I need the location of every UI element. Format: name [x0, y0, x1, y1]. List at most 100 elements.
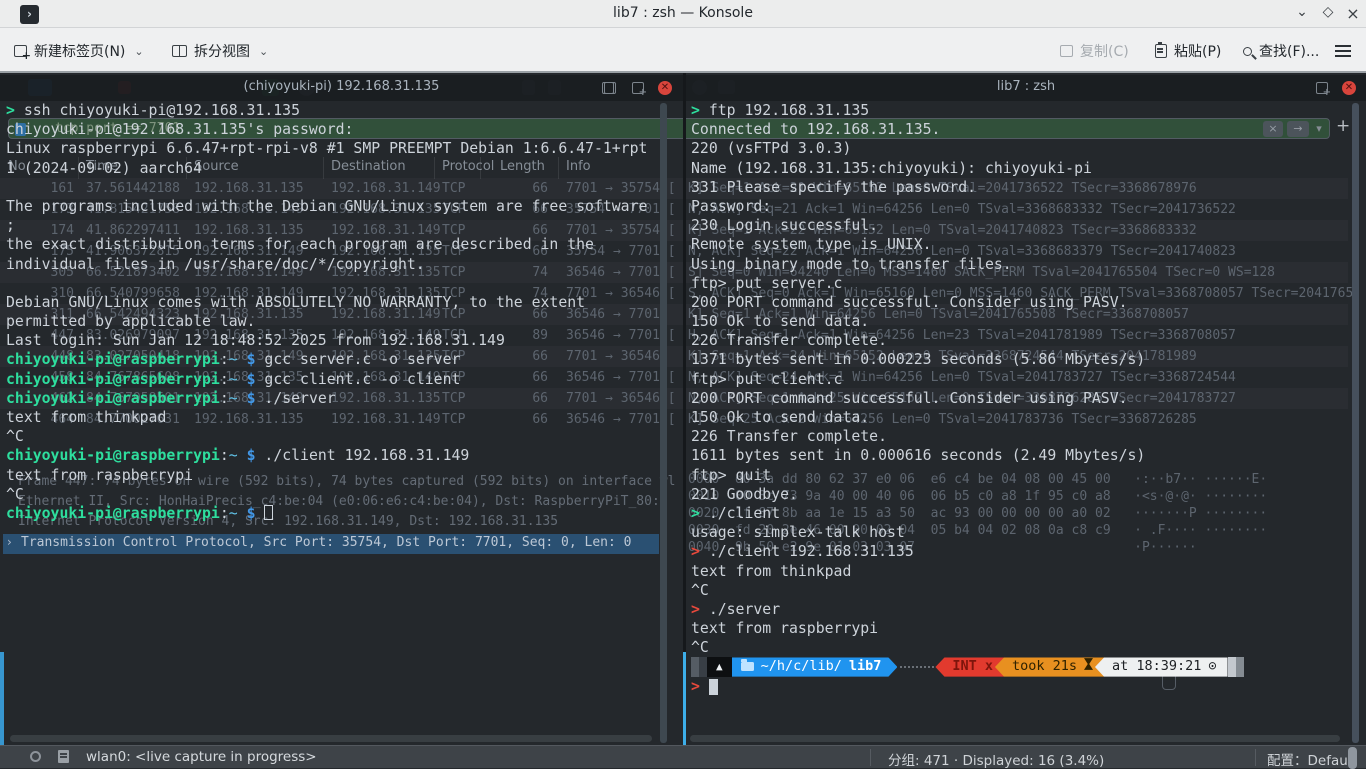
text-segment: >	[691, 505, 700, 522]
text-segment	[238, 371, 247, 388]
close-pane-button[interactable]: ✕	[1342, 81, 1356, 95]
terminal-line: text from raspberrypi	[691, 619, 1346, 638]
text-segment: :	[220, 447, 229, 464]
terminal-line: > ftp 192.168.31.135	[691, 101, 1346, 120]
powerline-dir-segment: ~/h/c/lib/lib7	[732, 657, 898, 676]
left-pane-title: (chiyoyuki-pi) 192.168.31.135	[0, 79, 683, 94]
capture-status-text: wlan0: <live capture in progress>	[86, 749, 317, 765]
selected-detail-text: Transmission Control Protocol, Src Port:…	[21, 535, 631, 550]
text-segment: >	[691, 678, 700, 695]
wireshark-hscrollbar[interactable]	[10, 735, 652, 742]
text-segment: ftp> quit	[691, 467, 771, 484]
error-x-icon: x	[985, 657, 993, 676]
paste-button[interactable]: 粘贴(P)	[1155, 39, 1221, 63]
statusbar-separator	[1255, 749, 1256, 766]
detach-tab-icon[interactable]	[632, 82, 644, 94]
text-segment: 150 Ok to send data.	[691, 409, 869, 426]
terminal-line: text from thinkpad	[691, 562, 1346, 581]
text-segment: 220 (vsFTPd 3.0.3)	[691, 140, 851, 157]
find-label: 查找(F)...	[1259, 41, 1319, 61]
text-segment: the exact distribution terms for each pr…	[6, 236, 594, 253]
text-segment: ./server	[256, 390, 336, 407]
terminal-line: chiyoyuki-pi@192.168.31.135's password:	[6, 120, 660, 139]
powerline-filler	[900, 666, 934, 668]
window-title: lib7 : zsh — Konsole	[0, 5, 1366, 21]
terminal-line: Linux raspberrypi 6.6.47+rpt-rpi-v8 #1 S…	[6, 139, 660, 158]
right-pane-scrollbar[interactable]	[1352, 103, 1359, 743]
text-segment	[264, 505, 273, 520]
terminal-line: Name (192.168.31.135:chiyoyuki): chiyoyu…	[691, 159, 1346, 178]
wireshark-selected-detail-row[interactable]: › Transmission Control Protocol, Src Por…	[3, 534, 659, 554]
window-maximize-button[interactable]: ◇	[1317, 4, 1339, 24]
capture-comment-icon[interactable]	[58, 750, 69, 763]
terminal-line: Remote system type is UNIX.	[691, 235, 1346, 254]
text-segment: :	[220, 351, 229, 368]
text-segment: Linux raspberrypi 6.6.47+rpt-rpi-v8 #1 S…	[6, 140, 647, 157]
window-minimize-button[interactable]: ⌄	[1291, 4, 1313, 24]
left-pane-header: (chiyoyuki-pi) 192.168.31.135 ✕	[0, 75, 683, 101]
text-segment	[238, 447, 247, 464]
text-segment: Using binary mode to transfer files.	[691, 256, 1012, 273]
text-segment: text from thinkpad	[6, 409, 166, 426]
expert-info-icon[interactable]	[30, 751, 41, 762]
chevron-right-icon[interactable]: ›	[7, 535, 12, 549]
window-close-button[interactable]: ×	[1342, 4, 1364, 24]
wireshark-hscrollbar[interactable]	[690, 735, 1340, 742]
powerline-duration-segment: took 21s	[995, 657, 1104, 676]
copy-label: 复制(C)	[1080, 41, 1129, 61]
detach-tab-icon[interactable]	[1316, 82, 1328, 94]
copy-button[interactable]: 复制(C)	[1060, 39, 1129, 63]
chevron-down-icon[interactable]: ⌄	[134, 45, 143, 58]
text-segment: ^C	[6, 486, 24, 503]
terminal-line: 221 Goodbye.	[691, 485, 1346, 504]
hamburger-menu-button[interactable]	[1335, 39, 1351, 63]
text-segment: 331 Please specify the password.	[691, 179, 976, 196]
text-segment: ./client 192.168.31.149	[256, 447, 470, 464]
copy-icon	[1060, 45, 1073, 57]
terminal-line: Using binary mode to transfer files.	[691, 255, 1346, 274]
terminal-line: chiyoyuki-pi@raspberrypi:~ $ gcc client.…	[6, 370, 660, 389]
powerline-cap	[691, 657, 699, 676]
text-segment: 226 Transfer complete.	[691, 428, 887, 445]
text-segment: ./client 192.168.31.135	[700, 543, 914, 560]
expand-pane-icon[interactable]	[602, 82, 614, 94]
terminal-right[interactable]: > ftp 192.168.31.135Connected to 192.168…	[691, 101, 1346, 696]
text-segment: permitted by applicable law.	[6, 313, 255, 330]
text-segment: usage: simplex-talk host	[691, 524, 905, 541]
left-pane-scrollbar[interactable]	[660, 103, 667, 743]
main-toolbar: 新建标签页(N) ⌄ 拆分视图 ⌄ 复制(C) 粘贴(P) 查找(F)...	[0, 28, 1366, 73]
text-segment: >	[691, 543, 700, 560]
terminal-line: ^C	[691, 638, 1346, 657]
clock-icon: ⊙	[1208, 657, 1216, 676]
text-segment	[709, 679, 718, 695]
scrollbar-thumb[interactable]	[1348, 747, 1357, 769]
text-segment: ssh chiyoyuki-pi@192.168.31.135	[15, 102, 300, 119]
close-pane-button[interactable]: ✕	[658, 81, 672, 95]
text-segment: >	[691, 102, 700, 119]
text-segment	[238, 505, 247, 522]
text-segment: 150 Ok to send data.	[691, 313, 869, 330]
profile-text[interactable]: 配置：Defau	[1267, 749, 1348, 769]
terminal-line: ;	[6, 216, 660, 235]
text-segment: ./server	[700, 601, 780, 618]
terminal-line: > ssh chiyoyuki-pi@192.168.31.135	[6, 101, 660, 120]
terminal-line: 1371 bytes sent in 0.000223 seconds (5.8…	[691, 350, 1346, 369]
text-segment: ftp> put server.c	[691, 275, 842, 292]
text-segment: chiyoyuki-pi@raspberrypi	[6, 447, 220, 464]
text-segment: 1371 bytes sent in 0.000223 seconds (5.8…	[691, 351, 1145, 368]
find-button[interactable]: 查找(F)...	[1243, 39, 1319, 63]
terminal-line: 226 Transfer complete.	[691, 331, 1346, 350]
text-segment: gcc client.c -o client	[256, 371, 461, 388]
terminal-line	[6, 274, 660, 293]
split-view-button[interactable]: 拆分视图 ⌄	[172, 39, 268, 63]
paste-label: 粘贴(P)	[1174, 41, 1221, 61]
text-segment: :	[220, 390, 229, 407]
terminal-line: ftp> quit	[691, 466, 1346, 485]
terminal-left[interactable]: > ssh chiyoyuki-pi@192.168.31.135chiyoyu…	[6, 101, 660, 523]
pane-divider[interactable]	[683, 73, 686, 745]
new-tab-button[interactable]: 新建标签页(N) ⌄	[14, 39, 144, 63]
text-segment: $	[247, 505, 256, 522]
window-titlebar: › lib7 : zsh — Konsole ⌄ ◇ ×	[0, 0, 1366, 28]
chevron-down-icon[interactable]: ⌄	[259, 45, 268, 58]
text-segment: gcc server.c -o server	[256, 351, 461, 368]
